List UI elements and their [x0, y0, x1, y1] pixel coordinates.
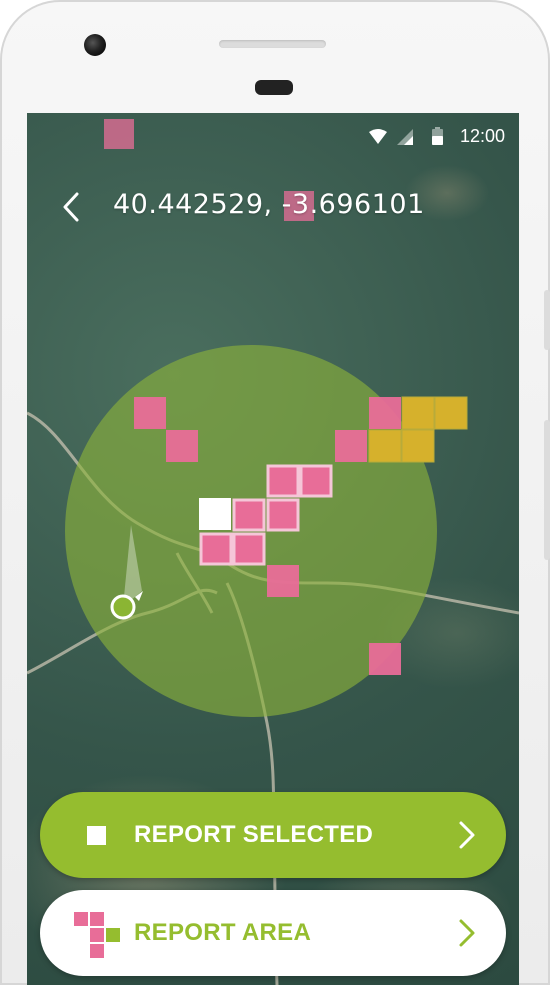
square-icon	[87, 826, 106, 845]
grid-cell[interactable]	[267, 565, 299, 597]
selected-cell[interactable]	[232, 532, 266, 566]
report-area-label: REPORT AREA	[134, 919, 312, 946]
status-time: 12:00	[459, 126, 505, 146]
power-button	[544, 420, 550, 560]
status-bar: 12:00	[27, 113, 519, 161]
battery-icon	[432, 127, 443, 145]
back-button[interactable]	[57, 188, 87, 228]
earpiece	[255, 80, 293, 95]
location-dot	[110, 594, 136, 620]
current-cell[interactable]	[199, 498, 231, 530]
volume-button	[544, 290, 550, 350]
grid-cell[interactable]	[166, 430, 198, 462]
app-screen: 12:00 40.442529, -3.696101 REPORT SELECT…	[27, 113, 519, 985]
signal-icon	[397, 129, 413, 145]
top-speaker-grille	[219, 40, 326, 48]
alert-cell[interactable]	[401, 396, 435, 430]
grid-cell[interactable]	[369, 643, 401, 675]
grid-cell[interactable]	[335, 430, 367, 462]
alert-cell[interactable]	[401, 429, 435, 463]
chevron-right-icon	[459, 919, 475, 947]
grid-cell[interactable]	[134, 397, 166, 429]
area-cells-icon	[74, 912, 120, 958]
front-camera	[84, 34, 106, 56]
selected-cell[interactable]	[266, 498, 300, 532]
report-selected-button[interactable]: REPORT SELECTED	[40, 792, 506, 878]
chevron-left-icon	[63, 192, 79, 222]
selected-cell[interactable]	[232, 498, 266, 532]
selected-cell[interactable]	[299, 464, 333, 498]
selected-cell[interactable]	[266, 464, 300, 498]
coordinates-title: 40.442529, -3.696101	[113, 189, 425, 220]
phone-frame: 12:00 40.442529, -3.696101 REPORT SELECT…	[0, 0, 550, 985]
alert-cell[interactable]	[434, 396, 468, 430]
report-selected-label: REPORT SELECTED	[134, 821, 374, 848]
wifi-icon	[369, 129, 387, 144]
selected-cell[interactable]	[199, 532, 233, 566]
grid-cell[interactable]	[369, 397, 401, 429]
alert-cell[interactable]	[368, 429, 402, 463]
report-area-button[interactable]: REPORT AREA	[40, 890, 506, 976]
chevron-right-icon	[459, 821, 475, 849]
